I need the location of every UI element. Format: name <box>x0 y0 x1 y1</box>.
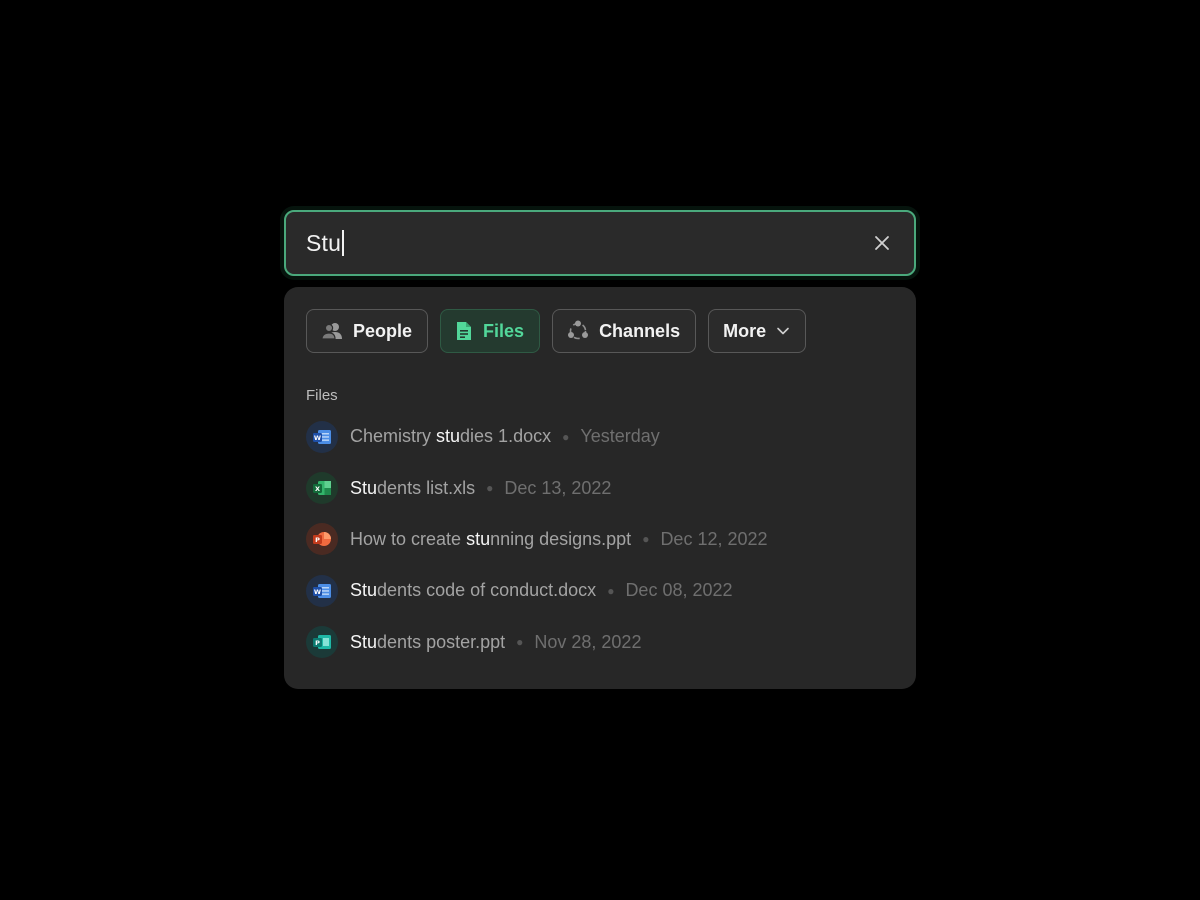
word-icon: W <box>306 574 338 607</box>
chevron-down-icon <box>776 326 790 336</box>
powerpoint-icon: P <box>306 523 338 556</box>
svg-text:X: X <box>315 485 320 493</box>
filter-more-label: More <box>723 320 767 341</box>
file-name: Chemistry studies 1.docx <box>350 426 552 447</box>
file-name: How to create stunning designs.ppt <box>350 528 632 549</box>
file-name: Students code of conduct.docx <box>350 580 597 601</box>
excel-icon: X <box>306 472 338 505</box>
filter-people[interactable]: People <box>306 309 429 353</box>
file-date: Dec 13, 2022 <box>504 477 612 498</box>
people-icon <box>321 322 343 340</box>
search-query[interactable]: Stu <box>306 229 345 257</box>
text-caret <box>342 230 345 256</box>
filter-channels-label: Channels <box>599 320 681 341</box>
file-name: Students poster.ppt <box>350 631 506 652</box>
separator-dot: ● <box>516 635 524 650</box>
file-results-list: W Chemistry studies 1.docx ● Yesterday X <box>306 411 894 668</box>
publisher-icon: P <box>306 626 338 659</box>
file-result-row[interactable]: P Students poster.ppt ● Nov 28, 2022 <box>306 617 894 668</box>
section-title-files: Files <box>306 387 338 404</box>
svg-text:P: P <box>315 537 320 545</box>
search-input[interactable]: Stu <box>284 210 916 276</box>
file-result-row[interactable]: W Chemistry studies 1.docx ● Yesterday <box>306 411 894 462</box>
separator-dot: ● <box>486 481 494 496</box>
file-icon <box>455 321 473 341</box>
channels-icon <box>567 320 589 342</box>
file-result-row[interactable]: X Students list.xls ● Dec 13, 2022 <box>306 462 894 513</box>
file-result-row[interactable]: P How to create stunning designs.ppt ● D… <box>306 514 894 565</box>
filter-channels[interactable]: Channels <box>552 309 697 353</box>
close-icon <box>875 236 889 250</box>
search-query-text: Stu <box>306 229 342 256</box>
file-date: Dec 08, 2022 <box>625 580 733 601</box>
filter-chips: People Files Channels More <box>306 309 894 353</box>
separator-dot: ● <box>607 583 615 598</box>
separator-dot: ● <box>642 532 650 547</box>
filter-people-label: People <box>353 320 413 341</box>
word-icon: W <box>306 420 338 453</box>
svg-text:W: W <box>314 588 321 596</box>
search-results-panel: People Files Channels More Files W Chemi… <box>284 287 916 689</box>
filter-files[interactable]: Files <box>440 309 541 353</box>
file-result-row[interactable]: W Students code of conduct.docx ● Dec 08… <box>306 565 894 616</box>
svg-text:W: W <box>314 434 321 442</box>
search-overlay: Stu People Files Channels More Files W C… <box>0 0 1200 900</box>
separator-dot: ● <box>562 429 570 444</box>
filter-files-label: Files <box>483 320 525 341</box>
clear-search-button[interactable] <box>870 231 894 255</box>
filter-more-dropdown[interactable]: More <box>708 309 807 353</box>
file-date: Dec 12, 2022 <box>660 528 768 549</box>
svg-text:P: P <box>315 639 320 647</box>
file-name: Students list.xls <box>350 477 476 498</box>
file-date: Nov 28, 2022 <box>534 631 642 652</box>
file-date: Yesterday <box>580 426 660 447</box>
